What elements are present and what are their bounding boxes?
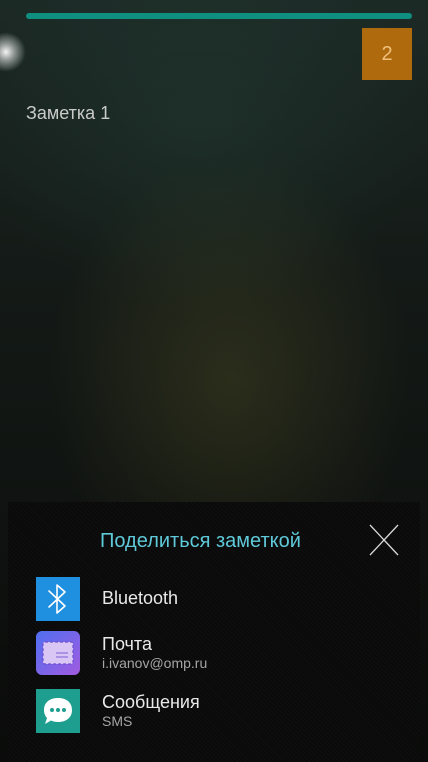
note-title[interactable]: Заметка 1 <box>26 103 110 124</box>
share-option-bluetooth[interactable]: Bluetooth <box>36 574 406 624</box>
bluetooth-label: Bluetooth <box>102 588 179 608</box>
mail-icon <box>36 631 80 675</box>
note-counter-value: 2 <box>381 42 393 65</box>
top-accent-bar <box>26 13 412 19</box>
share-sheet: Поделиться заметкой Bluetooth Почта i.iv… <box>8 502 420 762</box>
mail-account: i.ivanov@omp.ru <box>102 655 208 671</box>
messages-sub: SMS <box>102 713 133 729</box>
note-counter-badge[interactable]: 2 <box>362 28 412 80</box>
bluetooth-icon <box>36 577 80 621</box>
share-option-messages[interactable]: Сообщения SMS <box>36 686 406 736</box>
pulley-indicator <box>0 32 26 72</box>
messages-icon <box>36 689 80 733</box>
messages-label: Сообщения <box>102 692 200 712</box>
notes-page: 2 Заметка 1 Поделиться заметкой Bluetoot… <box>0 0 428 762</box>
share-option-mail[interactable]: Почта i.ivanov@omp.ru <box>36 628 406 678</box>
share-sheet-title: Поделиться заметкой <box>100 530 301 552</box>
mail-label: Почта <box>102 634 152 654</box>
close-icon[interactable] <box>366 522 402 558</box>
close-icon-graphic <box>369 524 399 556</box>
